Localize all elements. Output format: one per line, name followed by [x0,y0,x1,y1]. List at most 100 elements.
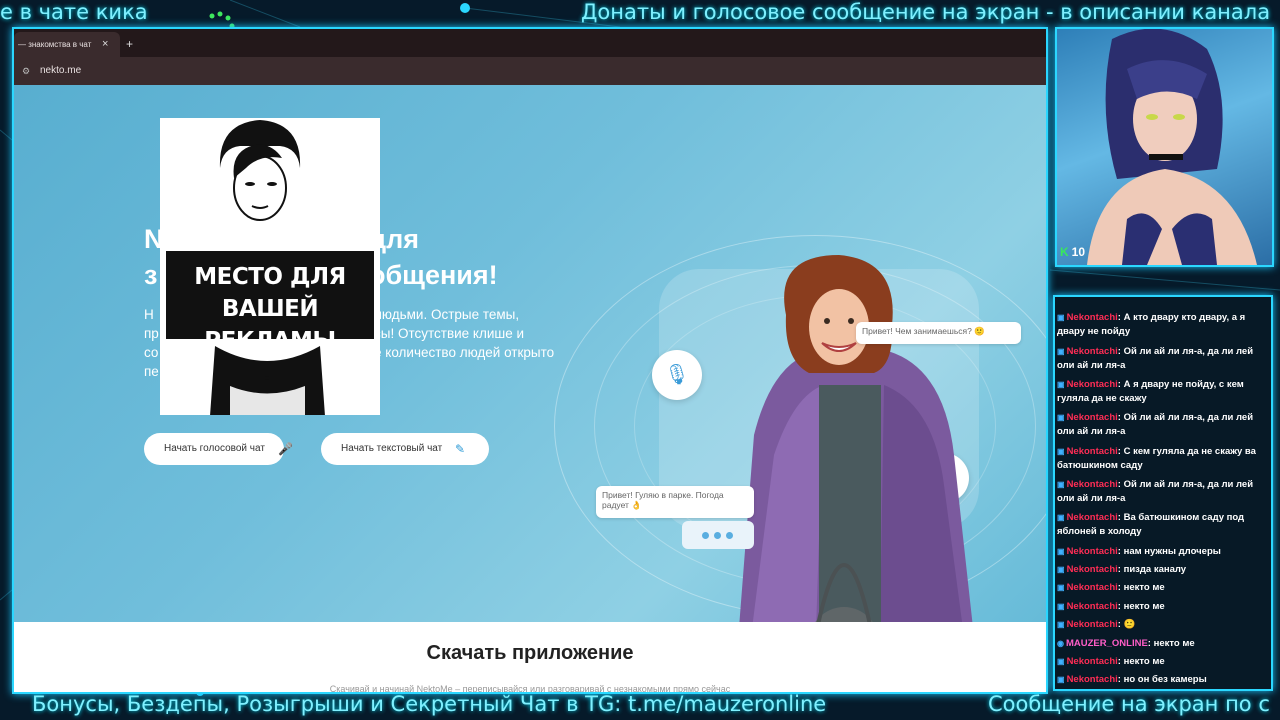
chat-username: Nekontachi [1066,512,1118,523]
emote-icon: 🙂 [1123,619,1136,630]
chat-message: ▣ Nekontachi: некто ме [1057,655,1267,669]
platform-icon: ▣ [1057,583,1065,592]
ticker-bottom-right: Сообщение на экран по с [988,692,1270,716]
platform-icon: ▣ [1057,620,1065,629]
desc-fragment: сы! Отсутствие клише и [374,326,525,341]
desc-fragment: е количество людей открыто [374,345,555,360]
chat-text: : но он без камеры [1117,674,1207,685]
webpage: N для з общения! Н людьми. Острые темы, … [14,85,1046,692]
chat-username: Nekontachi [1066,564,1118,575]
platform-icon: ▣ [1057,480,1065,489]
chat-text: : некто ме [1147,638,1195,649]
typing-dot [726,532,733,539]
chat-message: ▣ Nekontachi: некто ме [1057,600,1267,614]
site-settings-icon[interactable]: ⚙ [22,66,30,77]
download-title: Скачать приложение [426,642,634,664]
chat-message: ▣ Nekontachi: Ва батюшкином саду под ябло… [1057,511,1267,539]
platform-icon: ▣ [1057,675,1065,684]
chat-text: : пизда каналу [1117,564,1187,575]
microphone-icon: 🎙 [652,350,702,400]
button-label: Начать голосовой чат [164,443,265,454]
chat-text: : некто ме [1117,601,1165,612]
desc-fragment: Н [144,307,154,322]
viewer-number: 10 [1071,245,1086,259]
chat-message: ◉ MAUZER_ONLINE: некто ме [1057,637,1267,651]
chat-username: Nekontachi [1066,546,1118,557]
close-tab-icon[interactable]: × [102,32,108,57]
desc-fragment: людьми. Острые темы, [374,307,520,322]
chat-text: : нам нужны длочеры [1117,546,1221,557]
platform-icon: ▣ [1057,657,1065,666]
platform-icon: ▣ [1057,313,1065,322]
chat-username: Nekontachi [1066,479,1118,490]
browser-window: — знакомства в чат × + ⚙ nekto.me N для … [12,27,1048,694]
platform-icon: ▣ [1057,413,1065,422]
chat-username: Nekontachi [1066,601,1118,612]
chat-text: : некто ме [1117,656,1165,667]
chat-username: MAUZER_ONLINE [1065,638,1148,649]
desc-fragment: пр [144,326,159,341]
chat-username: Nekontachi [1066,446,1118,457]
headline-part: общения! [369,260,498,290]
chat-text: : некто ме [1117,582,1165,593]
new-tab-button[interactable]: + [126,32,133,56]
chat-message: ▣ Nekontachi: некто ме [1057,581,1267,595]
chat-message: ▣ Nekontachi: 🙂 [1057,618,1267,632]
chat-message: ▣ Nekontachi: Ой ли ай ли ля-а, да ли лей… [1057,478,1267,506]
chat-message: ▣ Nekontachi: нам нужны длочеры [1057,545,1267,559]
chat-bubble: Привет! Чем занимаешься? 🙂 [856,322,1021,344]
chat-message: ▣ Nekontachi: А я двару не пойду, с кем г… [1057,378,1267,406]
chat-message: ▣ Nekontachi: пизда каналу [1057,563,1267,577]
desc-fragment: пе [144,364,159,379]
platform-icon: ◉ [1057,639,1064,648]
typing-indicator [682,521,754,549]
chat-username: Nekontachi [1066,346,1118,357]
streamer-image [1087,29,1257,265]
chat-message: ▣ Nekontachi: но он без камеры [1057,673,1267,687]
chat-username: Nekontachi [1066,619,1118,630]
chat-text: : [1117,619,1121,630]
tab-title: — знакомства в чат [18,40,92,49]
ad-line: МЕСТО ДЛЯ [194,264,346,290]
ticker-top-right: Донаты и голосовое сообщение на экран - … [581,0,1271,24]
chat-username: Nekontachi [1066,582,1118,593]
platform-icon: ▣ [1057,547,1065,556]
chat-username: Nekontachi [1066,412,1118,423]
ad-banner: МЕСТО ДЛЯ ВАШЕЙ РЕКЛАМЫ [166,251,374,354]
microphone-icon: 🎤 [278,442,293,456]
chat-username: Nekontachi [1066,379,1118,390]
tab-bar: — знакомства в чат × + [14,29,1046,57]
chat-username: Nekontachi [1066,656,1118,667]
platform-icon: ▣ [1057,513,1065,522]
platform-icon: ▣ [1057,565,1065,574]
webcam-feed: K 10 [1055,27,1274,267]
chat-message: ▣ Nekontachi: Ой ли ай ли ля-а, да ли лей… [1057,411,1267,439]
stream-chat: ▣ Nekontachi: А кто двару кто двару, а я … [1053,295,1273,691]
address-bar[interactable]: ⚙ nekto.me [14,57,1046,85]
button-label: Начать текстовый чат [341,443,443,454]
chat-message: ▣ Nekontachi: Ой ли ай ли ля-а, да ли лей… [1057,345,1267,373]
platform-icon: ▣ [1057,380,1065,389]
chat-message: ▣ Nekontachi: С кем гуляла да не скажу ва… [1057,445,1267,473]
headline-part: з [144,260,158,290]
chat-username: Nekontachi [1066,674,1118,685]
desc-fragment: со [144,345,159,360]
viewer-count: K 10 [1060,245,1085,259]
chat-bubble: Привет! Гуляю в парке. Погода радует 👌 [596,486,754,518]
typing-dot [702,532,709,539]
chat-username: Nekontachi [1066,312,1118,323]
chat-message: ▣ Nekontachi: А кто двару кто двару, а я … [1057,311,1267,339]
browser-tab[interactable]: — знакомства в чат × [14,32,120,57]
kick-icon: K [1060,245,1069,259]
ticker-bottom-left: Бонусы, Бездепы, Розыгрыши и Секретный Ч… [32,692,827,716]
start-voice-chat-button[interactable]: Начать голосовой чат 🎤 [144,433,293,465]
start-text-chat-button[interactable]: Начать текстовый чат ✎ [321,433,489,465]
ad-torso [210,346,325,415]
platform-icon: ▣ [1057,602,1065,611]
ad-placeholder: МЕСТО ДЛЯ ВАШЕЙ РЕКЛАМЫ [160,118,380,415]
url-text: nekto.me [40,65,82,76]
platform-icon: ▣ [1057,447,1065,456]
download-subtitle: Скачивай и начинай NektoMe – переписывай… [329,684,731,692]
ticker-top-left: е в чате кика [0,0,148,24]
typing-dot [714,532,721,539]
